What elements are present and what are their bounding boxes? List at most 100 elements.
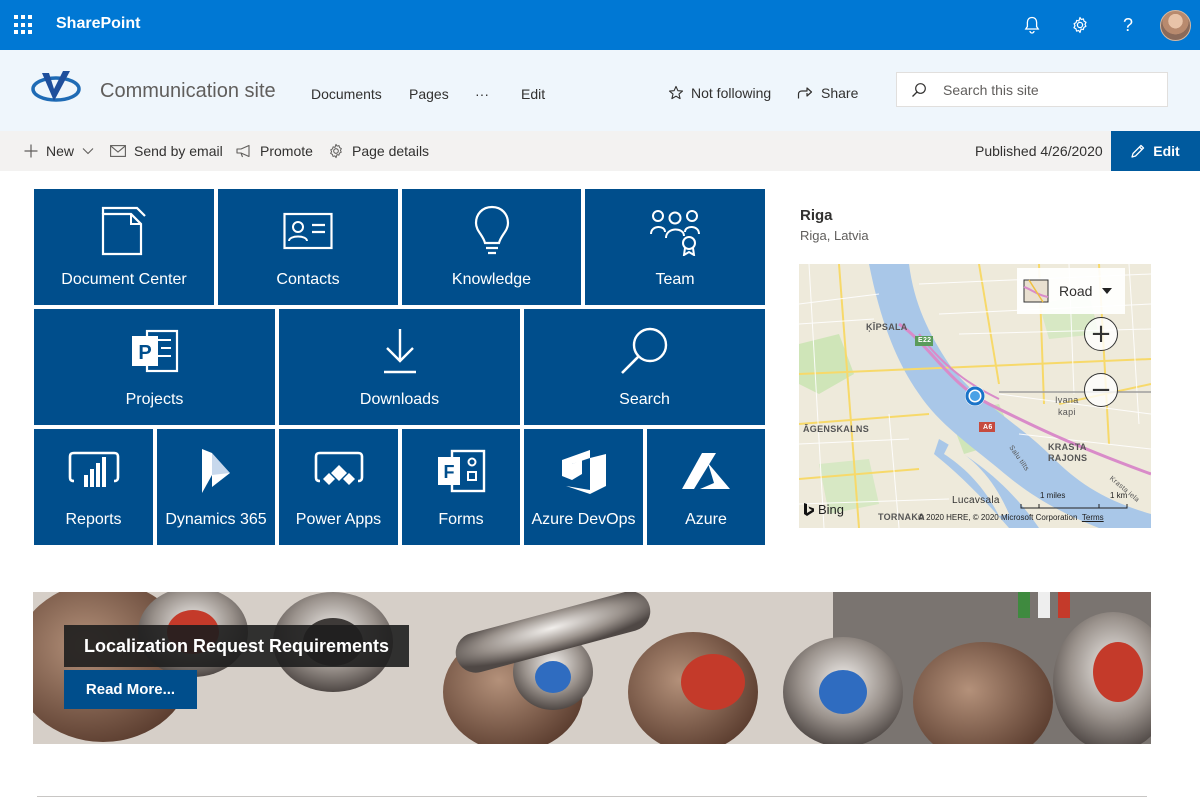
share-icon xyxy=(797,87,813,99)
suite-bar: SharePoint ? xyxy=(0,0,1200,50)
settings-icon xyxy=(330,143,342,159)
bing-logo[interactable]: Bing xyxy=(803,502,844,517)
site-title[interactable]: Communication site xyxy=(100,80,276,103)
tile-reports[interactable]: Reports xyxy=(34,429,153,545)
hero-banner[interactable] xyxy=(33,592,1151,744)
contact-card-icon xyxy=(218,203,398,259)
tile-projects[interactable]: P Projects xyxy=(34,309,275,425)
bing-icon xyxy=(804,503,814,516)
map-label: A6 xyxy=(983,424,993,431)
map-label: kapi xyxy=(1058,407,1076,417)
nav-pages[interactable]: Pages xyxy=(409,86,449,102)
tile-label: Knowledge xyxy=(451,271,532,288)
promote-button[interactable]: Promote xyxy=(236,143,313,159)
tile-azure[interactable]: Azure xyxy=(647,429,765,545)
page-details-button[interactable]: Page details xyxy=(328,143,429,159)
tile-label: Downloads xyxy=(359,391,440,408)
nav-more[interactable]: ··· xyxy=(475,86,489,102)
section-divider xyxy=(37,796,1147,797)
scale-km: 1 km xyxy=(1110,491,1128,500)
waffle-icon[interactable] xyxy=(14,15,34,35)
copyright-text: © 2020 HERE, © 2020 Microsoft Corporatio… xyxy=(918,513,1078,522)
tile-search[interactable]: Search xyxy=(524,309,765,425)
power-apps-icon xyxy=(279,443,398,499)
tile-label: Projects xyxy=(125,391,184,408)
tile-label: Team xyxy=(655,271,695,288)
dynamics-icon xyxy=(157,443,275,499)
azure-icon xyxy=(647,443,765,499)
star-icon xyxy=(668,85,684,100)
map-label: Lucavsala xyxy=(952,495,1000,506)
map-label: KRASTA xyxy=(1048,442,1087,452)
share-button[interactable]: Share xyxy=(797,85,858,101)
map-style-label: Road xyxy=(1059,283,1093,299)
tile-label: Contacts xyxy=(276,271,340,288)
tile-label: Document Center xyxy=(61,271,187,288)
edit-button[interactable]: Edit xyxy=(1111,131,1200,171)
tile-knowledge[interactable]: Knowledge xyxy=(402,189,581,305)
documents-icon xyxy=(34,203,214,259)
map-copyright: © 2020 HERE, © 2020 Microsoft Corporatio… xyxy=(918,513,1104,522)
svg-text:F: F xyxy=(444,462,455,482)
share-label: Share xyxy=(821,85,859,101)
tile-team[interactable]: Team xyxy=(585,189,765,305)
new-label: New xyxy=(46,143,75,159)
tile-power-apps[interactable]: Power Apps xyxy=(279,429,398,545)
tile-downloads[interactable]: Downloads xyxy=(279,309,520,425)
new-button[interactable]: New xyxy=(24,143,94,159)
zoom-in-button[interactable]: + xyxy=(1084,317,1118,351)
project-icon: P xyxy=(34,323,275,379)
megaphone-icon xyxy=(236,144,250,158)
search-input[interactable] xyxy=(943,81,1143,98)
bell-icon[interactable] xyxy=(1020,13,1044,37)
road-map-icon xyxy=(1023,279,1049,303)
tile-label: Azure DevOps xyxy=(531,511,636,528)
map-style-dropdown[interactable]: Road xyxy=(1017,268,1125,314)
help-icon[interactable]: ? xyxy=(1116,13,1140,37)
gear-icon[interactable] xyxy=(1068,13,1092,37)
site-header: Communication site Documents Pages ··· E… xyxy=(0,50,1200,131)
map-title: Riga xyxy=(800,207,833,224)
tile-label: Forms xyxy=(438,511,484,528)
zoom-out-button[interactable]: − xyxy=(1084,373,1118,407)
published-date: Published 4/26/2020 xyxy=(975,143,1103,159)
tile-label: Dynamics 365 xyxy=(165,511,267,528)
plus-icon xyxy=(24,144,38,158)
terms-link[interactable]: Terms xyxy=(1082,513,1104,522)
search-icon xyxy=(524,323,765,379)
map-label: ĀGENSKALNS xyxy=(803,424,870,434)
tile-label: Search xyxy=(619,391,670,408)
follow-button[interactable]: Not following xyxy=(668,85,771,101)
read-more-button[interactable]: Read More... xyxy=(64,670,197,709)
search-icon xyxy=(912,82,926,97)
nav-edit[interactable]: Edit xyxy=(521,86,545,102)
avatar[interactable] xyxy=(1160,10,1191,41)
follow-label: Not following xyxy=(691,85,772,101)
svg-text:P: P xyxy=(138,342,151,364)
search-box[interactable] xyxy=(896,72,1168,107)
page-details-label: Page details xyxy=(352,143,430,159)
tile-dynamics-365[interactable]: Dynamics 365 xyxy=(157,429,275,545)
map-label: E22 xyxy=(918,337,932,344)
scale-miles: 1 miles xyxy=(1040,491,1066,500)
team-icon xyxy=(585,203,765,259)
tile-document-center[interactable]: Document Center xyxy=(34,189,214,305)
tile-azure-devops[interactable]: Azure DevOps xyxy=(524,429,643,545)
site-logo[interactable] xyxy=(30,67,82,107)
command-bar: New Send by email Promote Page details P… xyxy=(0,131,1200,171)
caret-down-icon xyxy=(1102,288,1113,294)
map-label: RAJONS xyxy=(1048,453,1088,463)
tile-label: Reports xyxy=(65,511,122,528)
nav-documents[interactable]: Documents xyxy=(311,86,382,102)
map-label: Ivana xyxy=(1055,395,1079,405)
app-name[interactable]: SharePoint xyxy=(56,15,140,33)
hero-image xyxy=(33,592,1151,744)
send-email-button[interactable]: Send by email xyxy=(110,143,223,159)
tile-forms[interactable]: F Forms xyxy=(402,429,520,545)
tile-label: Azure xyxy=(685,511,727,528)
power-bi-icon xyxy=(34,443,153,499)
download-icon xyxy=(279,323,520,379)
map-label: ĶĪPSALA xyxy=(866,322,908,332)
send-email-label: Send by email xyxy=(134,143,223,159)
tile-contacts[interactable]: Contacts xyxy=(218,189,398,305)
